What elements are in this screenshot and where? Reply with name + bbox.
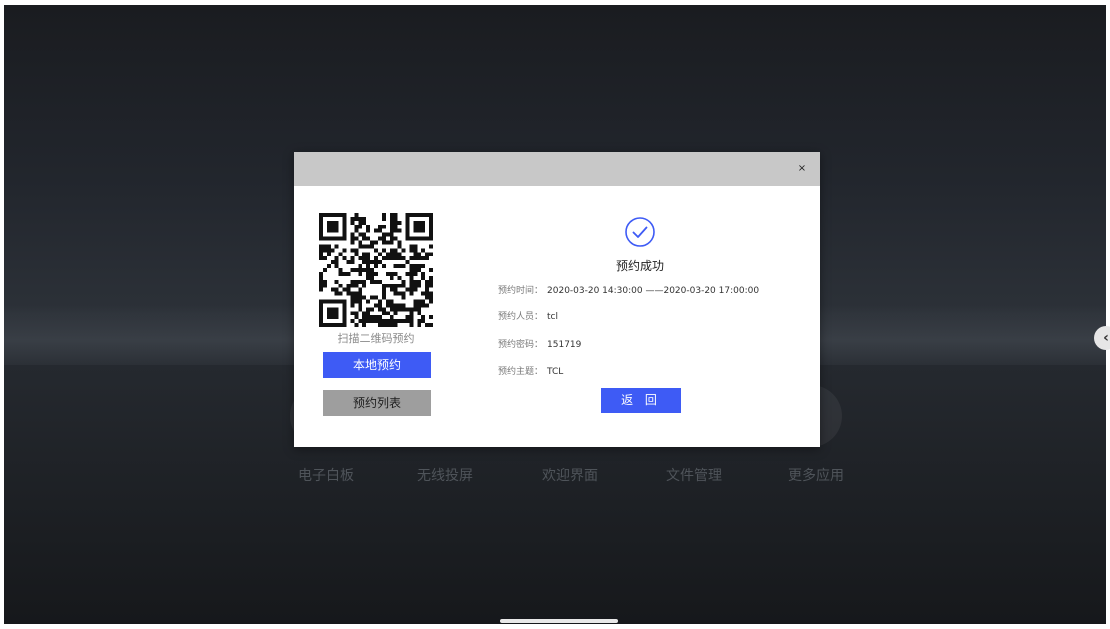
info-value-person: tcl (547, 312, 558, 322)
qr-code (319, 213, 433, 327)
info-row-time: 预约时间： 2020-03-20 14:30:00 ——2020-03-20 17… (498, 283, 759, 296)
back-button[interactable]: 返 回 (601, 388, 681, 413)
app-label-screencast[interactable]: 无线投屏 (395, 465, 495, 485)
booking-list-button[interactable]: 预约列表 (323, 390, 431, 416)
qr-caption: 扫描二维码预约 (337, 332, 415, 345)
info-value-subject: TCL (547, 367, 564, 377)
booking-success-dialog: × 扫描二维码预约 本地预约 预约列表 预约成功 预约时间： 2020-03-20… (294, 152, 820, 447)
info-value-password: 151719 (547, 340, 582, 350)
app-label-whiteboard[interactable]: 电子白板 (276, 465, 376, 485)
info-row-person: 预约人员： tcl (498, 309, 558, 322)
app-label-file-manager[interactable]: 文件管理 (644, 465, 744, 485)
close-icon[interactable]: × (794, 161, 810, 177)
info-label-person: 预约人员： (498, 312, 544, 322)
success-title: 预约成功 (615, 259, 664, 273)
info-label-time: 预约时间： (498, 286, 544, 296)
local-booking-button[interactable]: 本地预约 (323, 352, 431, 378)
check-circle-icon (625, 217, 655, 247)
info-row-password: 预约密码： 151719 (498, 337, 581, 350)
app-label-more-apps[interactable]: 更多应用 (766, 465, 866, 485)
info-label-subject: 预约主题： (498, 367, 544, 377)
info-label-password: 预约密码： (498, 340, 544, 350)
info-value-time: 2020-03-20 14:30:00 ——2020-03-20 17:00:0… (547, 286, 760, 296)
dialog-header: × (294, 152, 820, 186)
info-row-subject: 预约主题： TCL (498, 364, 563, 377)
app-label-welcome[interactable]: 欢迎界面 (520, 465, 620, 485)
home-indicator[interactable] (500, 619, 618, 623)
